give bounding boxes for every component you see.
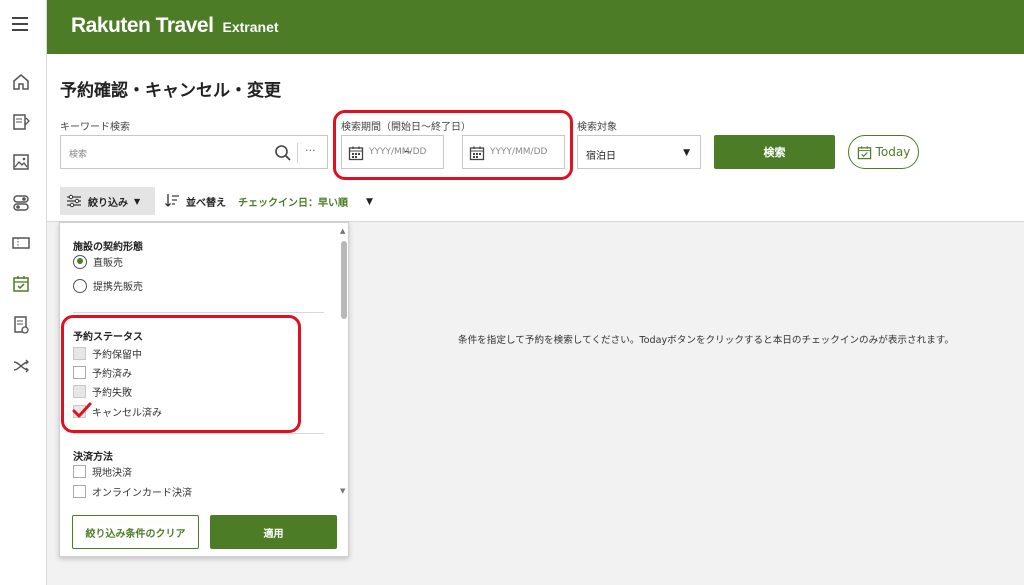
calendar-check-icon[interactable] — [11, 274, 31, 294]
option-label: 現地決済 — [92, 468, 132, 479]
filter-panel-footer: 絞り込み条件のクリア 適用 — [60, 506, 350, 558]
search-button[interactable]: 検索 — [714, 135, 835, 169]
filter-button[interactable]: 絞り込み ▼ — [60, 187, 155, 215]
section-divider — [73, 433, 324, 434]
period-label: 検索期間（開始日〜終了日） — [341, 122, 471, 133]
keyword-label: キーワード検索 — [60, 122, 130, 133]
contract-option-direct[interactable]: 直販売 — [73, 254, 123, 269]
calendar-icon — [348, 145, 364, 161]
app-logo[interactable]: Rakuten Travel Extranet — [71, 14, 279, 38]
payment-section-title: 決済方法 — [73, 452, 113, 463]
scroll-down-icon[interactable]: ▼ — [340, 487, 345, 495]
contract-option-partner[interactable]: 提携先販売 — [73, 278, 143, 293]
sort-label: 並べ替え — [186, 198, 226, 209]
end-date-input[interactable]: YYYY/MM/DD — [462, 135, 565, 169]
target-label: 検索対象 — [577, 122, 617, 133]
caret-down-icon: ▼ — [134, 196, 141, 206]
option-label: 予約保留中 — [92, 350, 142, 361]
filter-panel: 施設の契約形態 直販売 提携先販売 予約ステータス 予約保留中 予約済み 予約失… — [59, 222, 349, 557]
sort-icon — [164, 192, 180, 211]
search-icon[interactable] — [273, 143, 293, 163]
option-label: 予約済み — [92, 369, 132, 380]
status-section-title: 予約ステータス — [73, 332, 143, 343]
checkbox[interactable] — [73, 485, 86, 498]
option-label: 直販売 — [93, 258, 123, 269]
brand-name: Rakuten Travel — [71, 14, 214, 37]
header-bar: Rakuten Travel Extranet — [47, 0, 1024, 54]
date-separator: ~ — [403, 145, 413, 158]
checkbox[interactable] — [73, 465, 86, 478]
radio-unselected[interactable] — [73, 278, 87, 293]
status-option-pending[interactable]: 予約保留中 — [73, 346, 142, 361]
checkmark-icon — [72, 402, 92, 418]
checkbox-checked[interactable] — [72, 402, 92, 418]
option-label: キャンセル済み — [92, 408, 162, 419]
section-divider — [73, 312, 324, 313]
option-label: 提携先販売 — [93, 282, 143, 293]
filter-label: 絞り込み — [88, 197, 128, 209]
status-option-booked[interactable]: 予約済み — [73, 365, 132, 380]
brand-sub: Extranet — [222, 19, 279, 35]
end-date-placeholder: YYYY/MM/DD — [490, 147, 548, 157]
image-icon[interactable] — [11, 152, 31, 172]
menu-icon[interactable] — [12, 17, 28, 31]
clear-filters-button[interactable]: 絞り込み条件のクリア — [72, 515, 199, 549]
today-button[interactable]: Today — [848, 135, 919, 169]
toggle-settings-icon[interactable] — [11, 193, 31, 213]
payment-option-online-card[interactable]: オンラインカード決済 — [73, 484, 192, 498]
caret-down-icon[interactable]: ▼ — [366, 197, 373, 207]
empty-state-message: 条件を指定して予約を検索してください。Todayボタンをクリックすると本日のチェ… — [458, 335, 955, 346]
caret-down-icon: ▼ — [683, 148, 690, 158]
search-target-value: 宿泊日 — [586, 151, 616, 162]
document-edit-icon[interactable] — [11, 112, 31, 132]
sort-control[interactable]: 並べ替え チェックイン日：早い順 ▼ — [164, 192, 373, 211]
scroll-up-icon[interactable]: ▲ — [340, 227, 345, 235]
status-option-cancelled[interactable]: キャンセル済み — [72, 402, 162, 419]
checkbox[interactable] — [73, 366, 86, 379]
search-target-select[interactable]: 宿泊日 ▼ — [577, 135, 701, 169]
search-area: 予約確認・キャンセル・変更 キーワード検索 検索 ··· 検索期間（開始日〜終了… — [47, 54, 1024, 222]
apply-button[interactable]: 適用 — [210, 515, 337, 549]
radio-selected[interactable] — [73, 254, 87, 269]
calendar-icon — [469, 145, 485, 161]
status-option-failed[interactable]: 予約失敗 — [73, 384, 132, 399]
scrollbar-thumb[interactable] — [341, 241, 347, 319]
payment-option-onsite[interactable]: 現地決済 — [73, 464, 132, 479]
sort-order-value[interactable]: チェックイン日：早い順 — [238, 194, 348, 209]
report-icon[interactable] — [11, 315, 31, 335]
more-options-icon[interactable]: ··· — [305, 144, 316, 157]
option-label: オンラインカード決済 — [92, 488, 192, 498]
start-date-placeholder: YYYY/MM/DD — [369, 147, 427, 157]
home-icon[interactable] — [11, 72, 31, 92]
panel-scrollbar[interactable]: ▲ ▼ — [340, 227, 348, 495]
keyword-search-input[interactable]: 検索 ··· — [60, 135, 328, 169]
checkbox[interactable] — [73, 385, 86, 398]
filter-sliders-icon — [66, 194, 82, 208]
start-date-input[interactable]: YYYY/MM/DD — [341, 135, 444, 169]
ticket-icon[interactable] — [11, 233, 31, 253]
shuffle-icon[interactable] — [11, 356, 31, 376]
calendar-check-icon — [857, 145, 872, 160]
filter-scroll-area[interactable]: 施設の契約形態 直販売 提携先販売 予約ステータス 予約保留中 予約済み 予約失… — [60, 223, 350, 498]
checkbox[interactable] — [73, 347, 86, 360]
left-nav — [0, 0, 47, 585]
keyword-placeholder: 検索 — [69, 150, 88, 160]
option-label: 予約失敗 — [92, 388, 132, 399]
divider — [297, 143, 298, 163]
page-title: 予約確認・キャンセル・変更 — [60, 81, 281, 101]
today-label: Today — [875, 145, 911, 159]
contract-section-title: 施設の契約形態 — [73, 242, 143, 253]
